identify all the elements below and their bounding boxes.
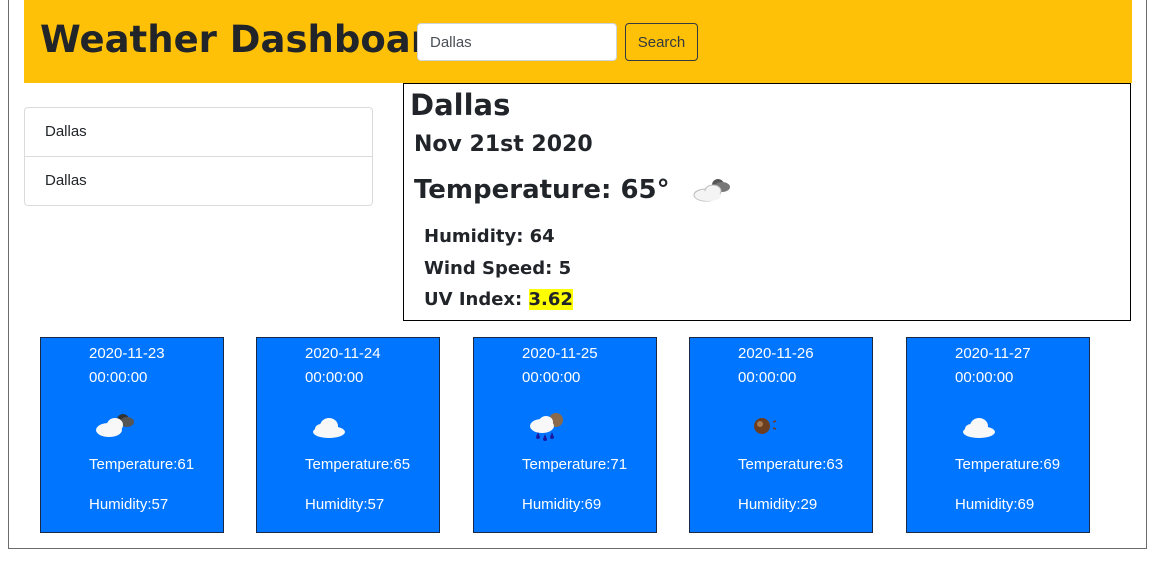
- forecast-humidity: Humidity:57: [89, 496, 169, 513]
- cloud-icon: [963, 418, 995, 438]
- forecast-card: 2020-11-26 00:00:00 Temperature:63 Humidi…: [689, 337, 873, 533]
- forecast-card: 2020-11-25 00:00:00 Temperature:71 Humidi…: [473, 337, 657, 533]
- cloud-icon: [313, 418, 345, 438]
- current-temperature: Temperature: 65°: [414, 175, 670, 205]
- sun-icon: [754, 418, 777, 434]
- current-humidity: Humidity: 64: [424, 226, 555, 247]
- uv-label: UV Index:: [424, 289, 529, 310]
- forecast-temperature: Temperature:69: [955, 456, 1061, 473]
- app-title: Weather Dashboard: [40, 18, 456, 61]
- uv-value: 3.62: [528, 289, 573, 310]
- header-bar: Weather Dashboard Search: [24, 0, 1132, 83]
- forecast-humidity: Humidity:69: [522, 496, 602, 513]
- partly-cloudy-icon: [693, 179, 730, 202]
- search-button[interactable]: Search: [625, 23, 698, 61]
- forecast-date: 2020-11-27 00:00:00: [955, 345, 1031, 386]
- forecast-humidity: Humidity:29: [738, 496, 818, 513]
- current-city: Dallas: [410, 88, 511, 122]
- current-uv-index: UV Index: 3.62: [424, 289, 573, 310]
- current-wind-speed: Wind Speed: 5: [424, 258, 572, 279]
- forecast-card: 2020-11-24 00:00:00 Temperature:65 Humidi…: [256, 337, 440, 533]
- forecast-date: 2020-11-24 00:00:00: [305, 345, 381, 386]
- forecast-card: 2020-11-27 00:00:00 Temperature:69 Humidi…: [906, 337, 1090, 533]
- current-date: Nov 21st 2020: [414, 132, 593, 157]
- current-weather-panel: Dallas Nov 21st 2020 Temperature: 65° Hu…: [403, 83, 1131, 321]
- forecast-humidity: Humidity:57: [305, 496, 385, 513]
- forecast-temperature: Temperature:63: [738, 456, 844, 473]
- current-temperature-row: Temperature: 65°: [414, 170, 734, 210]
- forecast-date: 2020-11-26 00:00:00: [738, 345, 814, 386]
- history-item[interactable]: Dallas: [25, 156, 372, 205]
- history-item[interactable]: Dallas: [25, 108, 372, 156]
- forecast-humidity: Humidity:69: [955, 496, 1035, 513]
- forecast-card: 2020-11-23 00:00:00 Temperature:61 Humidi…: [40, 337, 224, 533]
- forecast-date: 2020-11-25 00:00:00: [522, 345, 598, 386]
- partly-cloudy-icon: [96, 414, 134, 437]
- search-input[interactable]: [417, 23, 617, 61]
- forecast-date: 2020-11-23 00:00:00: [89, 345, 165, 386]
- rain-icon: [530, 413, 563, 441]
- forecast-temperature: Temperature:65: [305, 456, 411, 473]
- search-history-list: Dallas Dallas: [24, 107, 373, 206]
- forecast-temperature: Temperature:71: [522, 456, 628, 473]
- forecast-temperature: Temperature:61: [89, 456, 195, 473]
